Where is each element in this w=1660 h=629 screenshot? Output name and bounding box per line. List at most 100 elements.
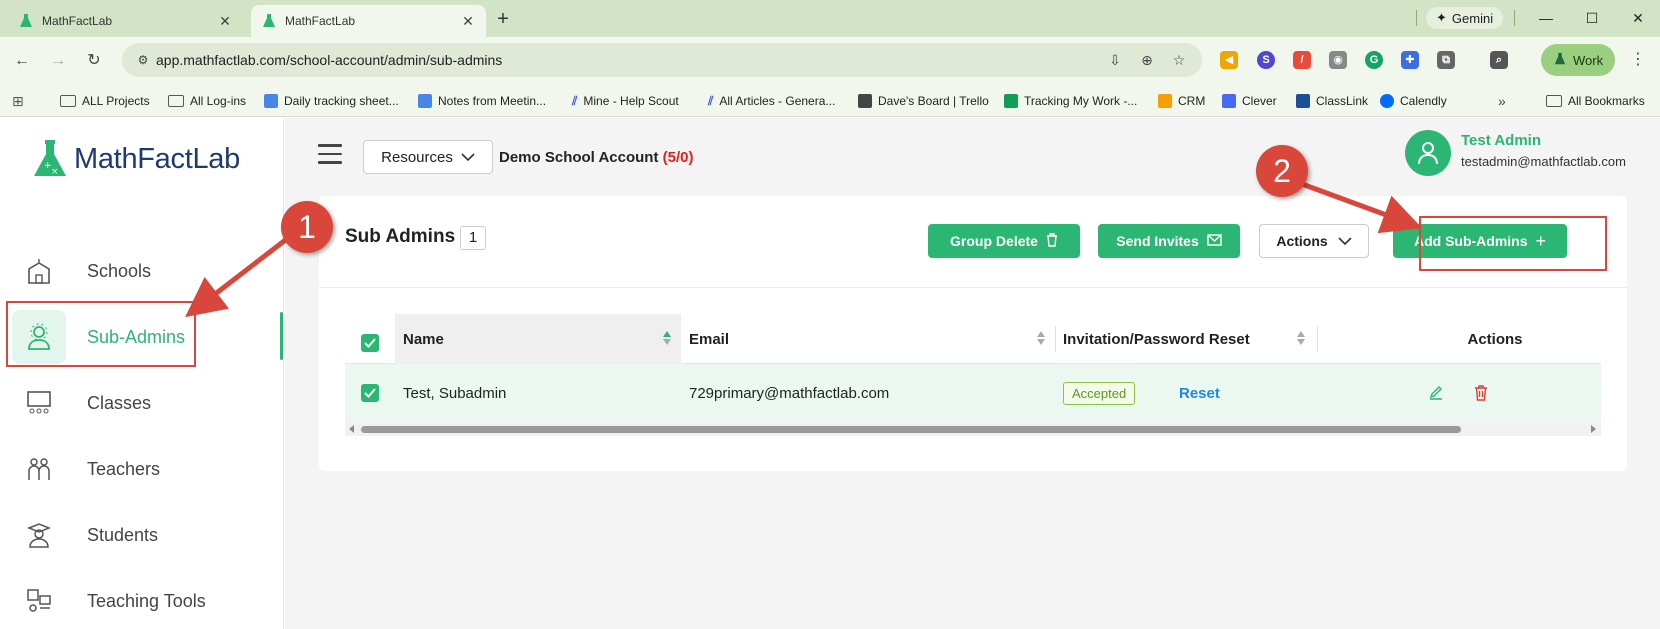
- table-row[interactable]: Test, Subadmin 729primary@mathfactlab.co…: [345, 364, 1601, 422]
- bookmark-classlink[interactable]: ClassLink: [1296, 92, 1368, 110]
- url-text: app.mathfactlab.com/school-account/admin…: [156, 52, 503, 68]
- edit-icon[interactable]: [1428, 364, 1444, 422]
- column-header-invitation[interactable]: Invitation/Password Reset: [1055, 314, 1315, 364]
- address-bar[interactable]: ⚙ app.mathfactlab.com/school-account/adm…: [122, 43, 1202, 77]
- horizontal-scrollbar[interactable]: [345, 422, 1601, 436]
- close-icon[interactable]: ✕: [217, 13, 233, 30]
- actions-dropdown[interactable]: Actions: [1259, 224, 1369, 258]
- bookmark-all-projects[interactable]: ALL Projects: [60, 92, 150, 110]
- zoom-icon[interactable]: ⊕: [1138, 51, 1156, 69]
- new-tab-button[interactable]: +: [492, 8, 514, 31]
- clever-icon: [1222, 94, 1236, 108]
- apps-icon[interactable]: ⊞: [12, 92, 24, 110]
- sidebar-item-teachers[interactable]: Teachers: [0, 436, 284, 502]
- user-icon: [1418, 142, 1438, 165]
- site-info-icon[interactable]: ⚙: [134, 51, 152, 69]
- sidebar-item-teaching-tools[interactable]: Teaching Tools: [0, 568, 284, 629]
- sidebar-item-schools[interactable]: Schools: [0, 238, 284, 304]
- bookmark-trello[interactable]: Dave's Board | Trello: [858, 92, 989, 110]
- sidebar-item-label: Schools: [87, 260, 152, 281]
- bookmark-all-articles[interactable]: ⫽ All Articles - Genera...: [708, 92, 835, 110]
- close-icon[interactable]: ✕: [460, 13, 476, 30]
- bookmark-all-logins[interactable]: All Log-ins: [168, 92, 246, 110]
- reset-link[interactable]: Reset: [1179, 385, 1220, 402]
- bookmark-clever[interactable]: Clever: [1222, 92, 1277, 110]
- gemini-button[interactable]: ✦ Gemini: [1426, 7, 1504, 29]
- bookmark-help-scout[interactable]: ⫽ Mine - Help Scout: [572, 92, 679, 110]
- scroll-right-icon[interactable]: [1591, 425, 1596, 433]
- bookmark-label: Notes from Meetin...: [438, 94, 547, 108]
- flask-icon: [1553, 52, 1567, 69]
- delete-icon[interactable]: [1474, 364, 1488, 422]
- student-icon: [12, 508, 66, 562]
- school-icon: [12, 244, 66, 298]
- bookmark-tracking-work[interactable]: Tracking My Work -...: [1004, 92, 1137, 110]
- close-window-icon[interactable]: ✕: [1626, 6, 1650, 30]
- camera-extension-icon[interactable]: ◉: [1329, 51, 1347, 69]
- gemini-label: Gemini: [1451, 10, 1494, 26]
- trello-icon: [858, 94, 872, 108]
- checkbox[interactable]: [361, 334, 379, 352]
- column-header-email[interactable]: Email: [681, 314, 1055, 364]
- column-header-label: Invitation/Password Reset: [1063, 330, 1250, 348]
- account-name-text: Demo School Account: [499, 149, 659, 166]
- maximize-icon[interactable]: ☐: [1580, 6, 1604, 30]
- sort-icon[interactable]: [1297, 331, 1305, 347]
- bookmark-notes-from-meeting[interactable]: Notes from Meetin...: [418, 92, 546, 110]
- browser-tab[interactable]: MathFactLab ✕: [8, 5, 243, 37]
- star-icon[interactable]: ☆: [1170, 51, 1188, 69]
- menu-dots-icon[interactable]: ⋮: [1630, 49, 1646, 69]
- pen-extension-icon[interactable]: /: [1293, 51, 1311, 69]
- profile-button[interactable]: Work: [1541, 44, 1616, 76]
- logo[interactable]: + × MathFactLab: [32, 138, 240, 180]
- megaphone-extension-icon[interactable]: ◀: [1220, 51, 1238, 69]
- profile-label: Work: [1573, 52, 1604, 68]
- row-checkbox[interactable]: [361, 364, 379, 422]
- bookmark-label: ALL Projects: [82, 94, 150, 108]
- cell-email: 729primary@mathfactlab.com: [689, 384, 890, 402]
- sort-icon[interactable]: [1037, 331, 1045, 347]
- extensions-icon[interactable]: ⧉: [1437, 51, 1455, 69]
- bookmark-crm[interactable]: CRM: [1158, 92, 1205, 110]
- forward-icon[interactable]: →: [46, 49, 70, 73]
- sidebar-item-label: Teachers: [87, 458, 161, 479]
- hamburger-icon[interactable]: [318, 144, 342, 164]
- group-delete-button[interactable]: Group Delete: [928, 224, 1080, 258]
- send-invites-button[interactable]: Send Invites: [1098, 224, 1240, 258]
- resources-dropdown[interactable]: Resources: [363, 140, 493, 174]
- folder-icon: [60, 95, 76, 107]
- folder-icon: [168, 95, 184, 107]
- column-header-label: Name: [403, 330, 444, 348]
- bookmark-calendly[interactable]: Calendly: [1380, 92, 1447, 110]
- tab-title: MathFactLab: [285, 14, 356, 28]
- bookmark-daily-tracking[interactable]: Daily tracking sheet...: [264, 92, 399, 110]
- count-badge: 1: [460, 226, 486, 250]
- minimize-icon[interactable]: —: [1534, 6, 1558, 30]
- sidebar-item-classes[interactable]: Classes: [0, 370, 284, 436]
- tab-search-icon[interactable]: ⌕: [1490, 51, 1508, 69]
- grammarly-icon[interactable]: G: [1365, 51, 1383, 69]
- reload-icon[interactable]: ↻: [82, 49, 106, 73]
- all-bookmarks-button[interactable]: All Bookmarks: [1546, 92, 1645, 110]
- bookmark-label: Mine - Help Scout: [583, 94, 679, 108]
- bookmark-label: All Log-ins: [190, 94, 247, 108]
- back-icon[interactable]: ←: [10, 49, 34, 73]
- scroll-left-icon[interactable]: [349, 425, 354, 433]
- sidebar-item-label: Teaching Tools: [87, 590, 206, 611]
- install-icon[interactable]: ⇩: [1106, 51, 1124, 69]
- chevron-right-icon[interactable]: »: [1498, 92, 1506, 110]
- docs-icon: [264, 94, 278, 108]
- checkbox[interactable]: [361, 384, 379, 402]
- column-header-name[interactable]: Name: [395, 314, 681, 364]
- chevron-down-icon: [461, 149, 475, 166]
- avatar[interactable]: [1405, 130, 1451, 176]
- sort-icon[interactable]: [663, 331, 671, 347]
- colorful-extension-icon[interactable]: ✚: [1401, 51, 1419, 69]
- browser-tab-active[interactable]: MathFactLab ✕: [251, 5, 486, 37]
- sidebar-item-students[interactable]: Students: [0, 502, 284, 568]
- check-icon: [364, 338, 376, 348]
- scrollbar-thumb[interactable]: [361, 426, 1461, 433]
- teachers-icon: [12, 442, 66, 496]
- s-extension-icon[interactable]: S: [1257, 51, 1275, 69]
- bookmark-label: Calendly: [1400, 94, 1447, 108]
